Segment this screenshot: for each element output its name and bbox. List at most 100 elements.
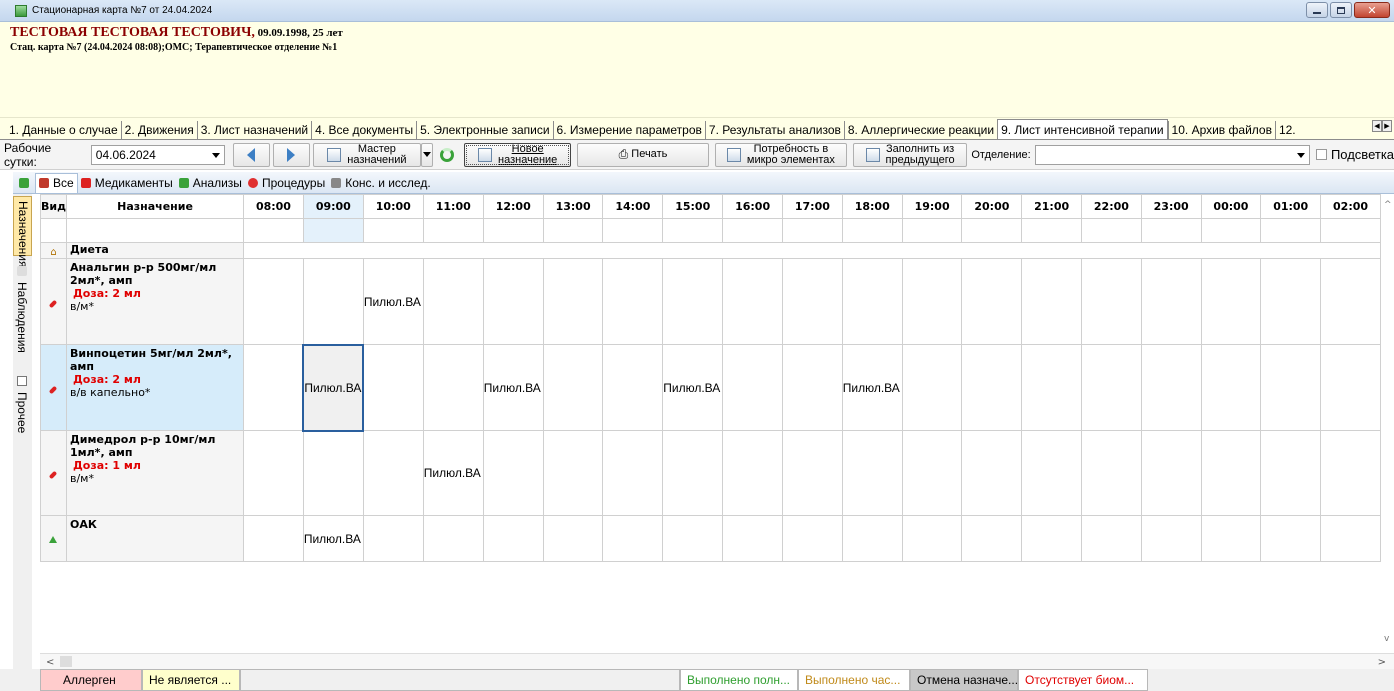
work-day-select[interactable]: 04.06.2024 — [90, 144, 225, 165]
hour-cell[interactable] — [901, 258, 963, 345]
main-tab-4[interactable]: 4. Все документы — [311, 121, 416, 139]
column-header-hour[interactable]: 22:00 — [1081, 194, 1142, 219]
main-tab-8[interactable]: 8. Аллергические реакции — [843, 121, 997, 139]
side-tab-prescriptions[interactable]: Назначения — [13, 196, 32, 268]
hour-cell[interactable] — [781, 515, 843, 562]
hour-cell[interactable] — [662, 430, 724, 516]
table-row[interactable]: Димедрол р-р 10мг/мл 1мл*, амп Доза: 1 мл… — [40, 430, 1381, 516]
hour-cell[interactable] — [1260, 258, 1322, 345]
category-tab-3[interactable]: Анализы — [176, 173, 245, 193]
column-header-hour[interactable]: 23:00 — [1140, 194, 1202, 219]
hour-cell[interactable] — [422, 515, 484, 562]
hour-cell[interactable] — [781, 430, 843, 516]
scroll-thumb[interactable] — [60, 656, 72, 667]
column-header-hour[interactable]: 12:00 — [482, 194, 544, 219]
column-header-hour[interactable]: 13:00 — [542, 194, 604, 219]
hour-cell[interactable] — [422, 258, 484, 345]
main-tab-11[interactable]: 12. — [1274, 121, 1299, 139]
prescription-cell[interactable]: Анальгин р-р 500мг/мл 2мл*, амп Доза: 2 м… — [65, 258, 245, 345]
column-header-hour[interactable]: 20:00 — [961, 194, 1023, 219]
main-tab-7[interactable]: 7. Результаты анализов — [704, 121, 844, 139]
column-header-hour[interactable]: 21:00 — [1021, 194, 1083, 219]
close-button[interactable]: ✕ — [1354, 2, 1390, 18]
hour-cell[interactable]: Пилюл.ВА — [662, 344, 724, 431]
hour-cell[interactable] — [781, 258, 843, 345]
hour-cell[interactable] — [482, 430, 544, 516]
hour-cell[interactable] — [1200, 344, 1262, 431]
hour-cell[interactable]: Пилюл.ВА — [422, 430, 484, 516]
hour-cell[interactable] — [1200, 258, 1262, 345]
hour-cell[interactable] — [1200, 515, 1262, 562]
main-tab-1[interactable]: 1. Данные о случае — [6, 121, 121, 139]
hour-cell[interactable] — [1081, 515, 1142, 562]
column-header-hour[interactable]: 00:00 — [1200, 194, 1262, 219]
prescription-grid[interactable]: Вид Назначение 08:00 09:00 10:00 11:00 12:00 13… — [40, 194, 1381, 653]
category-tab-2[interactable]: Медикаменты — [78, 173, 176, 193]
column-header-type[interactable]: Вид — [40, 194, 67, 219]
hour-cell[interactable] — [1260, 515, 1322, 562]
column-header-hour[interactable]: 08:00 — [243, 194, 304, 219]
department-select[interactable] — [1034, 144, 1311, 165]
column-header-hour[interactable]: 14:00 — [602, 194, 664, 219]
column-header-hour[interactable]: 16:00 — [722, 194, 783, 219]
tab-scroll-right-icon[interactable]: ▶ — [1382, 120, 1392, 132]
prescription-cell[interactable]: Димедрол р-р 10мг/мл 1мл*, амп Доза: 1 мл… — [65, 430, 245, 516]
hour-cell[interactable] — [1021, 258, 1083, 345]
hour-cell[interactable] — [722, 258, 783, 345]
table-row[interactable]: Анальгин р-р 500мг/мл 2мл*, амп Доза: 2 м… — [40, 258, 1381, 345]
hour-cell[interactable] — [901, 430, 963, 516]
table-row[interactable]: ОАК Пилюл.ВА — [40, 515, 1381, 562]
hour-cell[interactable]: Пилюл.ВА — [302, 515, 364, 562]
category-tab-4[interactable]: Процедуры — [245, 173, 328, 193]
hour-cell[interactable]: Пилюл.ВА — [841, 344, 903, 431]
hour-cell[interactable] — [422, 344, 484, 431]
hour-cell[interactable] — [901, 344, 963, 431]
hour-cell[interactable] — [1140, 344, 1202, 431]
hour-cell[interactable] — [482, 258, 544, 345]
hour-cell[interactable] — [542, 515, 604, 562]
column-header-hour[interactable]: 17:00 — [781, 194, 843, 219]
hour-cell[interactable] — [841, 430, 903, 516]
highlight-checkbox[interactable] — [1316, 149, 1327, 160]
scroll-up-icon[interactable]: ^ — [1384, 200, 1392, 210]
hour-cell[interactable] — [841, 258, 903, 345]
column-header-hour[interactable]: 10:00 — [362, 194, 424, 219]
hour-cell[interactable] — [362, 344, 424, 431]
diet-row[interactable]: ⌂ Диета — [40, 242, 1381, 259]
hour-cell[interactable] — [1140, 515, 1202, 562]
prescription-cell[interactable]: ОАК — [65, 515, 245, 562]
hour-cell[interactable] — [1081, 430, 1142, 516]
hour-cell[interactable] — [542, 430, 604, 516]
hour-cell[interactable] — [302, 258, 364, 345]
hour-cell[interactable] — [722, 344, 783, 431]
prev-day-button[interactable] — [232, 142, 270, 167]
column-header-hour[interactable]: 02:00 — [1320, 194, 1381, 219]
next-day-button[interactable] — [272, 142, 310, 167]
vertical-scrollbar[interactable]: ^ v — [1381, 194, 1394, 653]
hour-cell[interactable] — [961, 515, 1023, 562]
hour-cell[interactable] — [1081, 344, 1142, 431]
column-header-hour[interactable]: 11:00 — [422, 194, 484, 219]
hour-cell[interactable] — [1140, 258, 1202, 345]
hour-cell[interactable]: Пилюл.ВА — [302, 343, 365, 432]
hour-cell[interactable] — [1320, 258, 1381, 345]
hour-cell[interactable] — [722, 430, 783, 516]
main-tab-3[interactable]: 3. Лист назначений — [196, 121, 311, 139]
main-tab-5[interactable]: 5. Электронные записи — [416, 121, 552, 139]
main-tab-6[interactable]: 6. Измерение параметров — [552, 121, 705, 139]
hour-cell[interactable] — [243, 515, 304, 562]
hour-cell[interactable] — [1021, 430, 1083, 516]
main-tab-10[interactable]: 10. Архив файлов — [1167, 121, 1275, 139]
hour-cell[interactable]: Пилюл.ВА — [482, 344, 544, 431]
master-button[interactable]: Мастер назначений — [312, 142, 422, 167]
print-button[interactable]: ⎙ Печать — [577, 142, 709, 167]
category-tab-1[interactable]: Все — [35, 172, 78, 193]
hour-cell[interactable] — [1260, 344, 1322, 431]
hour-cell[interactable] — [841, 515, 903, 562]
hour-cell[interactable] — [302, 430, 364, 516]
hour-cell[interactable] — [961, 430, 1023, 516]
main-tab-2[interactable]: 2. Движения — [120, 121, 197, 139]
hour-cell[interactable] — [961, 344, 1023, 431]
hour-cell[interactable] — [602, 515, 664, 562]
hour-cell[interactable] — [1200, 430, 1262, 516]
